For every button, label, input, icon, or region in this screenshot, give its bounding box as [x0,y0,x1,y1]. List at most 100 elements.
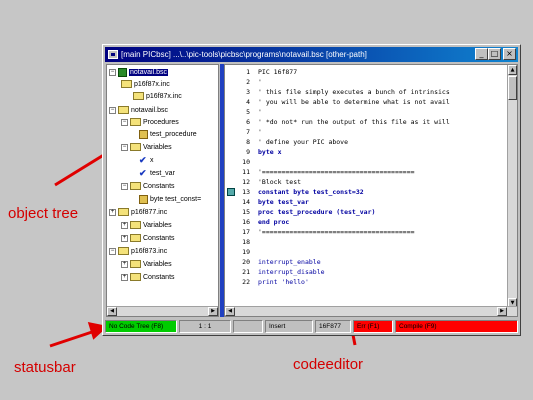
folder-icon [130,182,141,191]
code-line: 'Block test [258,178,302,186]
tree-node-variable-x[interactable]: ✔ x [139,155,154,167]
tree-node-variables-3[interactable]: + Variables [121,259,172,271]
scroll-up-icon[interactable]: ▲ [508,65,517,75]
status-compile[interactable]: Compile (F9) [395,320,518,333]
code-line: constant byte test_const=32 [258,188,364,196]
minimize-button[interactable]: _ [475,48,488,60]
collapse-icon[interactable]: − [121,182,128,190]
tree-node-label: p16f877.inc [131,209,168,216]
collapse-icon[interactable]: − [109,247,116,255]
scroll-right-icon[interactable]: ▶ [208,307,218,316]
folder-icon [130,143,141,152]
collapse-icon[interactable]: − [121,143,128,151]
tree-node-label: Procedures [143,119,179,126]
editor-vertical-scrollbar[interactable]: ▲ ▼ [507,65,517,308]
app-icon[interactable] [108,50,118,59]
tree-node-procedures[interactable]: − Procedures [121,117,179,129]
code-area[interactable]: PIC 16f877 ' ' this file simply executes… [255,65,507,308]
expand-icon[interactable]: + [109,208,116,216]
line-number: 11 [242,168,250,176]
scroll-thumb[interactable] [508,76,517,100]
line-number: 14 [242,198,250,206]
scroll-left-icon[interactable]: ◀ [225,307,235,316]
line-number-gutter: 1 2 3 4 5 6 7 8 9 10 11 12 13 14 15 16 1… [225,65,254,308]
tree-node-include[interactable]: p16f87x.inc [121,79,170,91]
code-editor[interactable]: 1 2 3 4 5 6 7 8 9 10 11 12 13 14 15 16 1… [224,64,518,317]
close-button[interactable]: × [503,48,516,60]
tree-node-constant[interactable]: byte test_const= [139,194,201,206]
scroll-left-icon[interactable]: ◀ [107,307,117,316]
line-number: 15 [242,208,250,216]
tree-node-label: Variables [143,222,172,229]
tree-node-constants-3[interactable]: + Constants [121,272,175,284]
expand-icon[interactable]: + [121,273,128,281]
line-number: 10 [242,158,250,166]
editor-horizontal-scrollbar[interactable]: ◀ ▶ [225,306,517,316]
tree-node-label: p16f87x.inc [146,93,182,100]
tree-node-variables[interactable]: − Variables [121,142,172,154]
tree-node-label: Constants [143,235,175,242]
constant-icon [139,194,148,204]
expand-icon[interactable]: + [121,234,128,242]
tree-body: − notavail.bsc p16f87x.inc p16f87x.inc − n… [107,65,218,306]
tree-node-root[interactable]: − notavail.bsc [109,67,168,79]
line-number: 5 [246,108,250,116]
line-number: 3 [246,88,250,96]
tree-node-variable-test[interactable]: ✔ test_var [139,168,175,180]
folder-icon [118,208,129,217]
status-errors[interactable]: Err (F1) [353,320,393,333]
line-number: 21 [242,268,250,276]
code-line: ' define your PIC above [258,138,349,146]
code-line: byte test_var [258,198,309,206]
chip-icon [118,67,127,77]
tree-node-variables-2[interactable]: + Variables [121,220,172,232]
procedure-icon [139,129,148,139]
line-number: 7 [246,128,250,136]
status-tree-state[interactable]: No Code Tree (F8) [105,320,177,333]
tree-node-p16f873[interactable]: − p16f873.inc [109,246,167,258]
expand-icon[interactable]: + [121,260,128,268]
maximize-button[interactable]: □ [488,48,501,60]
tree-node-procedure[interactable]: test_procedure [139,129,197,141]
object-tree[interactable]: − notavail.bsc p16f87x.inc p16f87x.inc − n… [106,64,219,317]
folder-icon [130,273,141,282]
line-number: 8 [246,138,250,146]
tree-node-source[interactable]: − notavail.bsc [109,105,168,117]
line-number: 19 [242,248,250,256]
tree-node-constants[interactable]: − Constants [121,181,175,193]
code-line: ' *do not* run the output of this file a… [258,118,450,126]
code-line: ' [258,78,262,86]
collapse-icon[interactable]: − [121,118,128,126]
expand-icon[interactable]: + [121,221,128,229]
line-number: 1 [246,68,250,76]
scroll-right-icon[interactable]: ▶ [497,307,507,316]
title-bar[interactable]: [main PICbsc] ...\..\pic-tools\picbsc\pr… [105,47,518,62]
line-number: 22 [242,278,250,286]
code-line: ' you will be able to determine what is … [258,98,450,106]
code-line: interrupt_enable [258,258,321,266]
collapse-icon[interactable]: − [109,68,116,76]
app-window: [main PICbsc] ...\..\pic-tools\picbsc\pr… [102,44,521,336]
tree-node-constants-2[interactable]: + Constants [121,233,175,245]
tree-node-label: test_var [150,170,175,177]
tree-node-label: p16f873.inc [131,248,168,255]
tree-node-label: Variables [143,261,172,268]
tree-node-label: byte test_const= [150,196,202,203]
tree-node-label: notavail.bsc [129,69,168,76]
tree-node-p16f877[interactable]: + p16f877.inc [109,207,167,219]
folder-icon [118,106,129,115]
line-number: 12 [242,178,250,186]
collapse-icon[interactable]: − [109,106,116,114]
tree-node-label: Constants [143,274,175,281]
status-device: 16F877 [315,320,351,333]
code-line: byte x [258,148,282,156]
code-line: interrupt_disable [258,268,325,276]
code-line: print 'hello' [258,278,309,286]
tree-horizontal-scrollbar[interactable]: ◀ ▶ [107,306,218,316]
folder-icon [118,247,129,256]
tree-node-label: p16f87x.inc [134,81,170,88]
tree-node-include-file[interactable]: p16f87x.inc [133,91,182,103]
breakpoint-icon[interactable] [227,188,235,196]
status-cursor-position: 1 : 1 [179,320,231,333]
line-number: 4 [246,98,250,106]
